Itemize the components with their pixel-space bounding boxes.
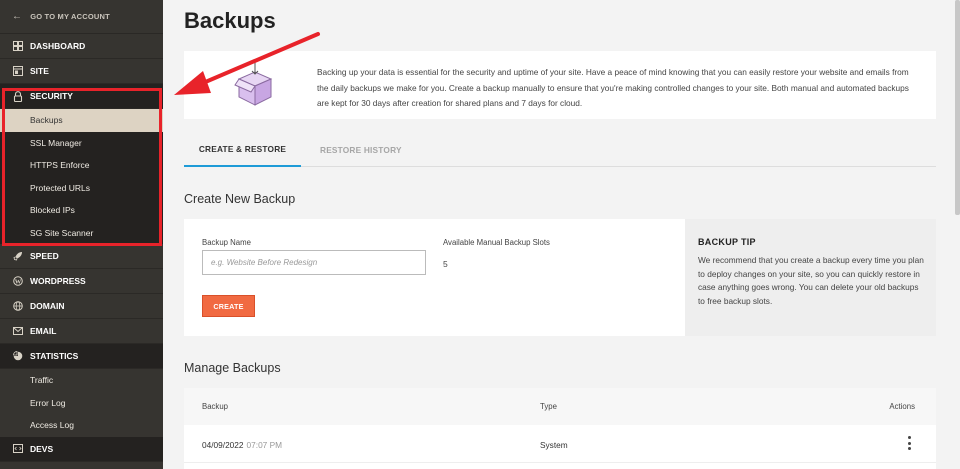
backup-name-label: Backup Name	[202, 238, 251, 247]
sidebar-subitem-https-enforce[interactable]: HTTPS Enforce	[0, 154, 163, 177]
envelope-icon	[12, 326, 23, 337]
slots-label: Available Manual Backup Slots	[443, 238, 550, 247]
backup-box-illustration	[234, 62, 273, 106]
sidebar-subitem-label: Traffic	[30, 375, 54, 386]
dashboard-icon	[12, 41, 23, 52]
sidebar-subitem-label: HTTPS Enforce	[30, 160, 90, 171]
page-title: Backups	[184, 8, 276, 33]
backup-type-cell: System	[540, 440, 568, 450]
sidebar-item-label: DOMAIN	[30, 301, 65, 311]
info-card: Backing up your data is essential for th…	[184, 51, 936, 119]
sidebar-item-security[interactable]: SECURITY	[0, 84, 163, 109]
sidebar: ← GO TO MY ACCOUNT DASHBOARD SITE SECURI…	[0, 0, 163, 469]
create-section-title: Create New Backup	[184, 192, 296, 206]
sidebar-item-wordpress[interactable]: W WORDPRESS	[0, 269, 163, 294]
sidebar-subitem-protected-urls[interactable]: Protected URLs	[0, 176, 163, 199]
sidebar-subitem-ssl-manager[interactable]: SSL Manager	[0, 131, 163, 154]
tab-restore-history[interactable]: RESTORE HISTORY	[320, 132, 402, 167]
sidebar-item-label: DASHBOARD	[30, 41, 86, 51]
tab-bar: CREATE & RESTORE RESTORE HISTORY	[184, 132, 936, 167]
svg-text:W: W	[14, 278, 21, 285]
sidebar-subitem-backups[interactable]: Backups	[0, 109, 163, 132]
sidebar-item-speed[interactable]: SPEED	[0, 244, 163, 269]
main-content: Backups Backing up your data is essentia…	[163, 0, 960, 469]
sidebar-subitem-label: SG Site Scanner	[30, 227, 94, 238]
backup-name-input[interactable]	[202, 250, 426, 275]
site-icon	[12, 66, 23, 77]
backup-date-cell: 04/09/2022 07:07 PM	[202, 440, 282, 450]
table-header: Backup Type Actions	[184, 388, 936, 425]
wordpress-icon: W	[12, 276, 23, 287]
chart-icon	[12, 351, 23, 362]
info-description: Backing up your data is essential for th…	[317, 67, 909, 108]
sidebar-subitem-label: Error Log	[30, 397, 66, 408]
sidebar-item-label: SPEED	[30, 251, 59, 261]
code-icon	[12, 443, 23, 454]
sidebar-subitem-label: SSL Manager	[30, 137, 82, 148]
go-to-my-account-link[interactable]: ← GO TO MY ACCOUNT	[0, 0, 163, 34]
scrollbar[interactable]	[955, 0, 960, 215]
sidebar-subitem-label: Backups	[30, 115, 63, 126]
manage-backups-table: Backup Type Actions 04/09/2022 07:07 PM S…	[184, 388, 936, 469]
table-row: 04/09/2022 07:07 PM System	[184, 425, 936, 463]
sidebar-item-site[interactable]: SITE	[0, 59, 163, 84]
go-to-my-account-label: GO TO MY ACCOUNT	[30, 12, 110, 21]
column-header-backup: Backup	[202, 402, 229, 411]
sidebar-item-email[interactable]: EMAIL	[0, 319, 163, 344]
sidebar-subitem-label: Access Log	[30, 420, 74, 431]
sidebar-item-devs[interactable]: DEVS	[0, 436, 163, 462]
backup-date: 04/09/2022	[202, 440, 244, 450]
column-header-actions: Actions	[889, 402, 915, 411]
sidebar-subitem-access-log[interactable]: Access Log	[0, 414, 163, 437]
sidebar-item-label: SECURITY	[30, 91, 73, 101]
more-actions-icon[interactable]	[906, 436, 912, 450]
manage-section-title: Manage Backups	[184, 361, 281, 375]
column-header-type: Type	[540, 402, 557, 411]
rocket-icon	[12, 251, 23, 262]
sidebar-item-label: SITE	[30, 66, 49, 76]
lock-icon	[12, 90, 23, 102]
backup-time: 07:07 PM	[246, 440, 283, 450]
globe-icon	[12, 301, 23, 312]
tip-text: We recommend that you create a backup ev…	[698, 255, 924, 306]
sidebar-item-label: DEVS	[30, 443, 54, 454]
sidebar-subitem-blocked-ips[interactable]: Blocked IPs	[0, 199, 163, 222]
sidebar-item-label: STATISTICS	[30, 351, 79, 361]
sidebar-subitem-error-log[interactable]: Error Log	[0, 391, 163, 414]
create-backup-card: Backup Name Available Manual Backup Slot…	[184, 219, 936, 336]
sidebar-subitem-sg-site-scanner[interactable]: SG Site Scanner	[0, 221, 163, 244]
tab-create-restore[interactable]: CREATE & RESTORE	[184, 132, 301, 167]
sidebar-item-dashboard[interactable]: DASHBOARD	[0, 34, 163, 59]
create-button[interactable]: CREATE	[202, 295, 255, 317]
sidebar-subitem-label: Blocked IPs	[30, 205, 75, 216]
sidebar-subitem-traffic[interactable]: Traffic	[0, 369, 163, 392]
slots-value: 5	[443, 259, 448, 269]
arrow-left-icon: ←	[12, 11, 23, 22]
sidebar-item-statistics[interactable]: STATISTICS	[0, 344, 163, 369]
sidebar-subitem-label: Protected URLs	[30, 182, 90, 193]
sidebar-item-label: WORDPRESS	[30, 276, 86, 286]
tip-title: BACKUP TIP	[698, 237, 756, 247]
backup-tip-panel: BACKUP TIP We recommend that you create …	[685, 219, 936, 336]
sidebar-item-label: EMAIL	[30, 326, 57, 336]
sidebar-item-domain[interactable]: DOMAIN	[0, 294, 163, 319]
